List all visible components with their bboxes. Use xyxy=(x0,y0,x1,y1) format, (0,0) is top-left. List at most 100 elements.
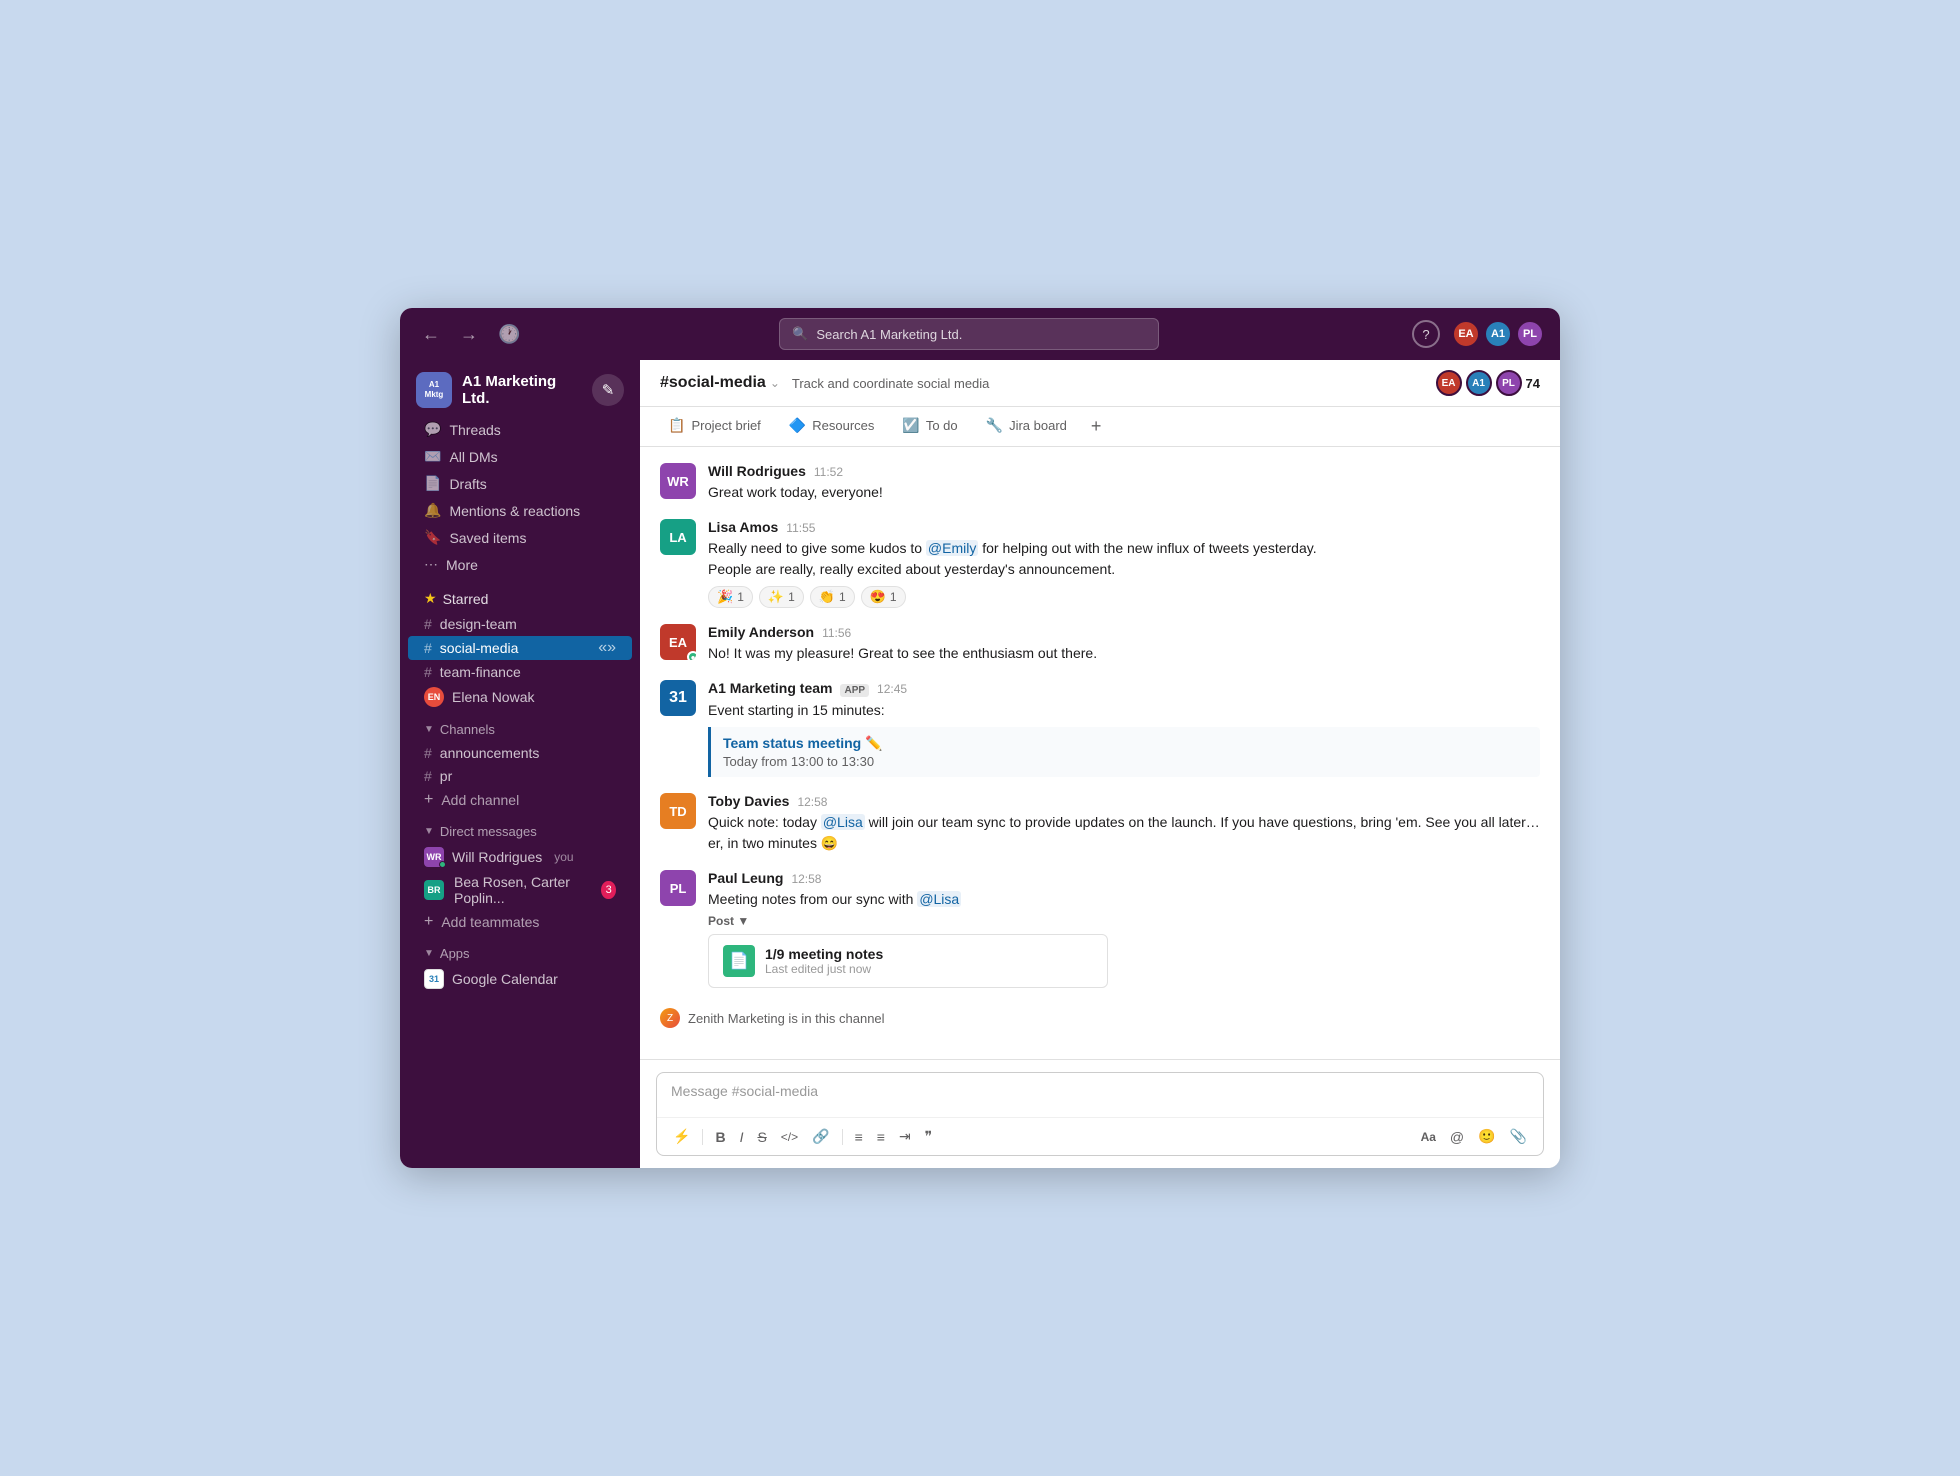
member-avatar-1: EA xyxy=(1436,370,1462,396)
post-info: 1/9 meeting notes Last edited just now xyxy=(765,946,883,976)
message-header: Paul Leung 12:58 xyxy=(708,870,1540,886)
message-time: 11:52 xyxy=(814,465,843,479)
channel-name: social-media xyxy=(440,640,519,656)
tab-add-button[interactable]: + xyxy=(1083,412,1110,441)
sidebar-item-threads[interactable]: 💬 Threads xyxy=(408,417,632,442)
sidebar-item-all-dms[interactable]: ✉️ All DMs xyxy=(408,444,632,469)
collapse-arrow-channels: ▼ xyxy=(424,724,434,735)
workspace-name: A1 Marketing Ltd. xyxy=(462,373,582,407)
sidebar-channel-team-finance[interactable]: # team-finance xyxy=(408,661,632,683)
app-badge: APP xyxy=(840,684,869,697)
tab-jira-board[interactable]: 🔧 Jira board xyxy=(974,407,1079,446)
apps-collapse[interactable]: ▼ Apps xyxy=(408,942,632,965)
add-channel-button[interactable]: + Add channel xyxy=(408,788,632,812)
event-link[interactable]: Team status meeting ✏️ xyxy=(723,735,1528,752)
sidebar-channel-social-media[interactable]: # social-media «» xyxy=(408,636,632,660)
tab-resources-label: Resources xyxy=(812,418,874,433)
jira-icon: 🔧 xyxy=(986,417,1003,434)
mention-button[interactable]: @ xyxy=(1444,1124,1470,1149)
history-button[interactable]: 🕐 xyxy=(492,320,526,349)
workspace-icon[interactable]: A1Mktg xyxy=(416,372,452,408)
resources-icon: 🔷 xyxy=(789,417,806,434)
message-input[interactable]: Message #social-media xyxy=(657,1073,1543,1117)
add-teammates-button[interactable]: + Add teammates xyxy=(408,910,632,934)
channel-name: pr xyxy=(440,768,452,784)
reaction-sparkles[interactable]: ✨ 1 xyxy=(759,586,804,608)
ul-button[interactable]: ≡ xyxy=(871,1125,891,1149)
strikethrough-button[interactable]: S xyxy=(751,1125,772,1149)
message-body: Emily Anderson 11:56 No! It was my pleas… xyxy=(708,624,1540,664)
sender-avatar: EA ● xyxy=(660,624,696,660)
search-bar[interactable]: 🔍 Search A1 Marketing Ltd. xyxy=(779,318,1159,350)
post-card[interactable]: 📄 1/9 meeting notes Last edited just now xyxy=(708,934,1108,988)
tab-to-do[interactable]: ☑️ To do xyxy=(890,407,969,446)
indent-button[interactable]: ⇥ xyxy=(893,1124,917,1149)
active-indicator-icon: «» xyxy=(598,639,616,657)
event-time: Today from 13:00 to 13:30 xyxy=(723,754,1528,769)
reaction-party[interactable]: 🎉 1 xyxy=(708,586,753,608)
toolbar-separator xyxy=(842,1129,843,1145)
tab-project-brief[interactable]: 📋 Project brief xyxy=(656,407,773,446)
message-time: 12:45 xyxy=(877,682,907,696)
reaction-clap[interactable]: 👏 1 xyxy=(810,586,855,608)
sidebar-channel-pr[interactable]: # pr xyxy=(408,765,632,787)
member-avatar-2: A1 xyxy=(1466,370,1492,396)
italic-button[interactable]: I xyxy=(734,1125,750,1149)
sender-name: Will Rodrigues xyxy=(708,463,806,479)
post-icon: 📄 xyxy=(723,945,755,977)
help-button[interactable]: ? xyxy=(1412,320,1440,348)
channel-name: design-team xyxy=(440,616,517,632)
emoji-button[interactable]: 🙂 xyxy=(1472,1124,1501,1149)
sidebar-dm-elena[interactable]: EN Elena Nowak xyxy=(408,684,632,710)
member-avatar-3: PL xyxy=(1496,370,1522,396)
sidebar-item-drafts[interactable]: 📄 Drafts xyxy=(408,471,632,496)
search-icon: 🔍 xyxy=(792,326,808,342)
sidebar-dm-will[interactable]: WR Will Rodrigues you xyxy=(408,844,632,870)
edit-button[interactable]: ✎ xyxy=(592,374,624,406)
user-avatar-1: EA xyxy=(1452,320,1480,348)
sidebar-item-more[interactable]: ⋯ More xyxy=(408,552,632,577)
sender-name: A1 Marketing team xyxy=(708,680,832,696)
bot-indicator: ● xyxy=(687,651,696,660)
channel-dropdown-icon[interactable]: ⌄ xyxy=(770,376,780,390)
channel-title: #social-media ⌄ xyxy=(660,374,780,392)
hash-icon: # xyxy=(424,640,432,656)
main-layout: A1Mktg A1 Marketing Ltd. ✎ 💬 Threads ✉️ … xyxy=(400,360,1560,1168)
back-button[interactable]: ← xyxy=(416,320,446,349)
forward-button[interactable]: → xyxy=(454,320,484,349)
reaction-heart-eyes[interactable]: 😍 1 xyxy=(861,586,906,608)
code-button[interactable]: </> xyxy=(775,1126,804,1148)
sender-name: Emily Anderson xyxy=(708,624,814,640)
bea-avatar: BR xyxy=(424,880,444,900)
lightning-button[interactable]: ⚡ xyxy=(667,1124,696,1149)
attach-button[interactable]: 📎 xyxy=(1504,1124,1533,1149)
sidebar-item-saved[interactable]: 🔖 Saved items xyxy=(408,525,632,550)
tab-jira-label: Jira board xyxy=(1009,418,1067,433)
sidebar-item-mentions[interactable]: 🔔 Mentions & reactions xyxy=(408,498,632,523)
drafts-label: Drafts xyxy=(449,476,486,492)
toolbar-right: Aa @ 🙂 📎 xyxy=(1415,1124,1533,1149)
sidebar-channel-design-team[interactable]: # design-team xyxy=(408,613,632,635)
link-button[interactable]: 🔗 xyxy=(806,1124,835,1149)
reaction-emoji: 👏 xyxy=(819,589,835,605)
starred-text: Starred xyxy=(443,591,489,607)
channels-collapse[interactable]: ▼ Channels xyxy=(408,718,632,741)
message-row: PL Paul Leung 12:58 Meeting notes from o… xyxy=(660,870,1540,988)
collapse-arrow-dms: ▼ xyxy=(424,826,434,837)
message-text: Quick note: today @Lisa will join our te… xyxy=(708,812,1540,854)
sidebar-app-google-calendar[interactable]: 31 Google Calendar xyxy=(408,966,632,992)
dms-collapse[interactable]: ▼ Direct messages xyxy=(408,820,632,843)
sidebar-dm-bea-carter[interactable]: BR Bea Rosen, Carter Poplin... 3 xyxy=(408,871,632,909)
threads-icon: 💬 xyxy=(424,421,441,438)
blockquote-button[interactable]: ❞ xyxy=(919,1124,939,1149)
message-row: 31 A1 Marketing team APP 12:45 Event sta… xyxy=(660,680,1540,777)
main-content: #social-media ⌄ Track and coordinate soc… xyxy=(640,360,1560,1168)
bold-button[interactable]: B xyxy=(709,1125,731,1149)
tab-resources[interactable]: 🔷 Resources xyxy=(777,407,887,446)
ol-button[interactable]: ≡ xyxy=(849,1125,869,1149)
text-format-button[interactable]: Aa xyxy=(1415,1124,1442,1149)
message-text: No! It was my pleasure! Great to see the… xyxy=(708,643,1540,664)
to-do-icon: ☑️ xyxy=(902,417,919,434)
member-avatars[interactable]: EA A1 PL 74 xyxy=(1436,370,1540,396)
sidebar-channel-announcements[interactable]: # announcements xyxy=(408,742,632,764)
